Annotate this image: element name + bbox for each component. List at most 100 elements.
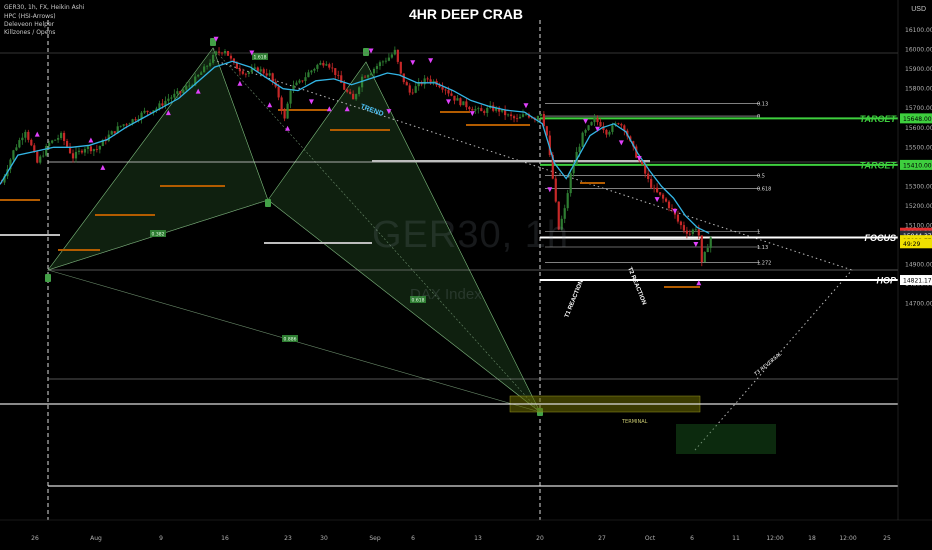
time-tick-label: Oct <box>645 535 656 542</box>
candle-body <box>313 68 316 71</box>
candle-body <box>277 86 280 98</box>
candle-body <box>27 131 30 140</box>
candle-body <box>578 146 581 152</box>
candle-body <box>149 111 152 113</box>
time-tick-label: 27 <box>598 535 606 542</box>
candle-body <box>596 117 599 123</box>
candle-body <box>235 62 239 69</box>
key-level-label: FOCUS <box>865 233 897 243</box>
time-tick-label: 13 <box>474 535 482 542</box>
candle-body <box>399 61 402 74</box>
candle-body <box>265 73 268 76</box>
candle-body <box>211 54 215 63</box>
candle-body <box>358 87 361 95</box>
indicator-deleveon[interactable]: Deleveon Helper <box>4 21 54 29</box>
candle-body <box>170 97 173 99</box>
candle-body <box>682 225 686 231</box>
price-tick-label: 15200.00 <box>905 203 932 210</box>
candle-body <box>167 98 170 101</box>
pattern-ratio-label: 0.886 <box>284 337 297 343</box>
candle-body <box>280 97 283 111</box>
candle-body <box>465 101 468 108</box>
pattern-point-marker <box>265 199 271 207</box>
time-tick-label: 26 <box>31 535 39 542</box>
annotation-terminal: TERMINAL <box>621 419 648 425</box>
candle-body <box>378 62 382 67</box>
candle-body <box>509 114 513 117</box>
candle-body <box>349 91 352 94</box>
price-chart[interactable]: 0.3820.8860.6181.618 0.1300.50.61811.131… <box>0 0 932 550</box>
candle-body <box>92 149 95 152</box>
candle-body <box>36 151 39 163</box>
candle-body <box>304 77 307 82</box>
candle-body <box>432 80 435 83</box>
candle-body <box>244 73 247 75</box>
candle-body <box>587 125 590 130</box>
price-tag-label: 14821.17 <box>903 278 932 285</box>
candle-body <box>310 70 313 73</box>
time-tick-label: 18 <box>808 535 816 542</box>
candle-body <box>86 146 90 149</box>
fib-level-label: 0.13 <box>757 101 768 107</box>
candle-body <box>694 229 697 231</box>
candle-body <box>650 178 653 188</box>
candle-body <box>363 76 367 78</box>
price-axis[interactable]: 16100.00 16000.00 15900.00 15800.00 15700.00… <box>897 0 932 550</box>
candle-body <box>214 51 218 55</box>
candle-body <box>223 51 227 54</box>
candle-body <box>74 151 78 159</box>
candle-body <box>468 107 471 110</box>
price-tick-label: 15800.00 <box>905 86 932 93</box>
candle-body <box>247 72 250 74</box>
candle-body <box>21 137 24 141</box>
candle-body <box>661 194 665 199</box>
candle-body <box>396 49 399 62</box>
time-tick-label: 20 <box>536 535 544 542</box>
candle-body <box>653 187 656 189</box>
candle-body <box>295 82 298 86</box>
candle-body <box>65 140 69 147</box>
chart-title: 4HR DEEP CRAB <box>408 6 524 22</box>
candle-body <box>48 142 51 147</box>
candle-body <box>286 103 289 119</box>
candle-body <box>599 122 602 127</box>
fib-level-label: 1.272 <box>757 261 771 267</box>
candle-body <box>337 74 340 76</box>
candle-body <box>57 138 60 140</box>
candle-body <box>480 108 483 112</box>
candle-body <box>182 89 185 93</box>
candle-body <box>658 192 662 195</box>
candle-body <box>203 66 206 73</box>
candle-body <box>685 230 688 234</box>
candle-body <box>512 116 516 119</box>
candle-body <box>459 98 462 106</box>
candle-body <box>119 125 122 127</box>
candle-body <box>42 155 45 157</box>
candle-body <box>670 208 674 209</box>
candle-body <box>206 65 209 67</box>
candle-body <box>441 87 444 90</box>
candle-body <box>390 54 393 58</box>
candle-body <box>611 125 614 132</box>
candle-body <box>524 114 528 116</box>
pattern-ratio-label: 1.618 <box>254 55 267 61</box>
candle-body <box>447 90 450 94</box>
candle-body <box>521 114 525 117</box>
indicator-killzones[interactable]: Killzones / Opens <box>4 29 55 37</box>
candle-body <box>355 94 358 100</box>
candle-body <box>80 150 84 153</box>
candle-body <box>15 147 18 151</box>
time-tick-label: 30 <box>320 535 328 542</box>
candle-body <box>515 118 519 120</box>
symbol-watermark: GER30, 1h <box>372 214 569 256</box>
candle-body <box>667 201 671 209</box>
candle-body <box>518 116 522 119</box>
candle-body <box>161 103 164 106</box>
candle-body <box>486 107 489 113</box>
candle-body <box>185 86 188 90</box>
fib-level-label: 1.13 <box>757 245 768 251</box>
candle-body <box>492 105 495 111</box>
time-tick-label: 12:00 <box>766 535 783 542</box>
candle-body <box>197 74 200 77</box>
candle-body <box>381 61 385 63</box>
